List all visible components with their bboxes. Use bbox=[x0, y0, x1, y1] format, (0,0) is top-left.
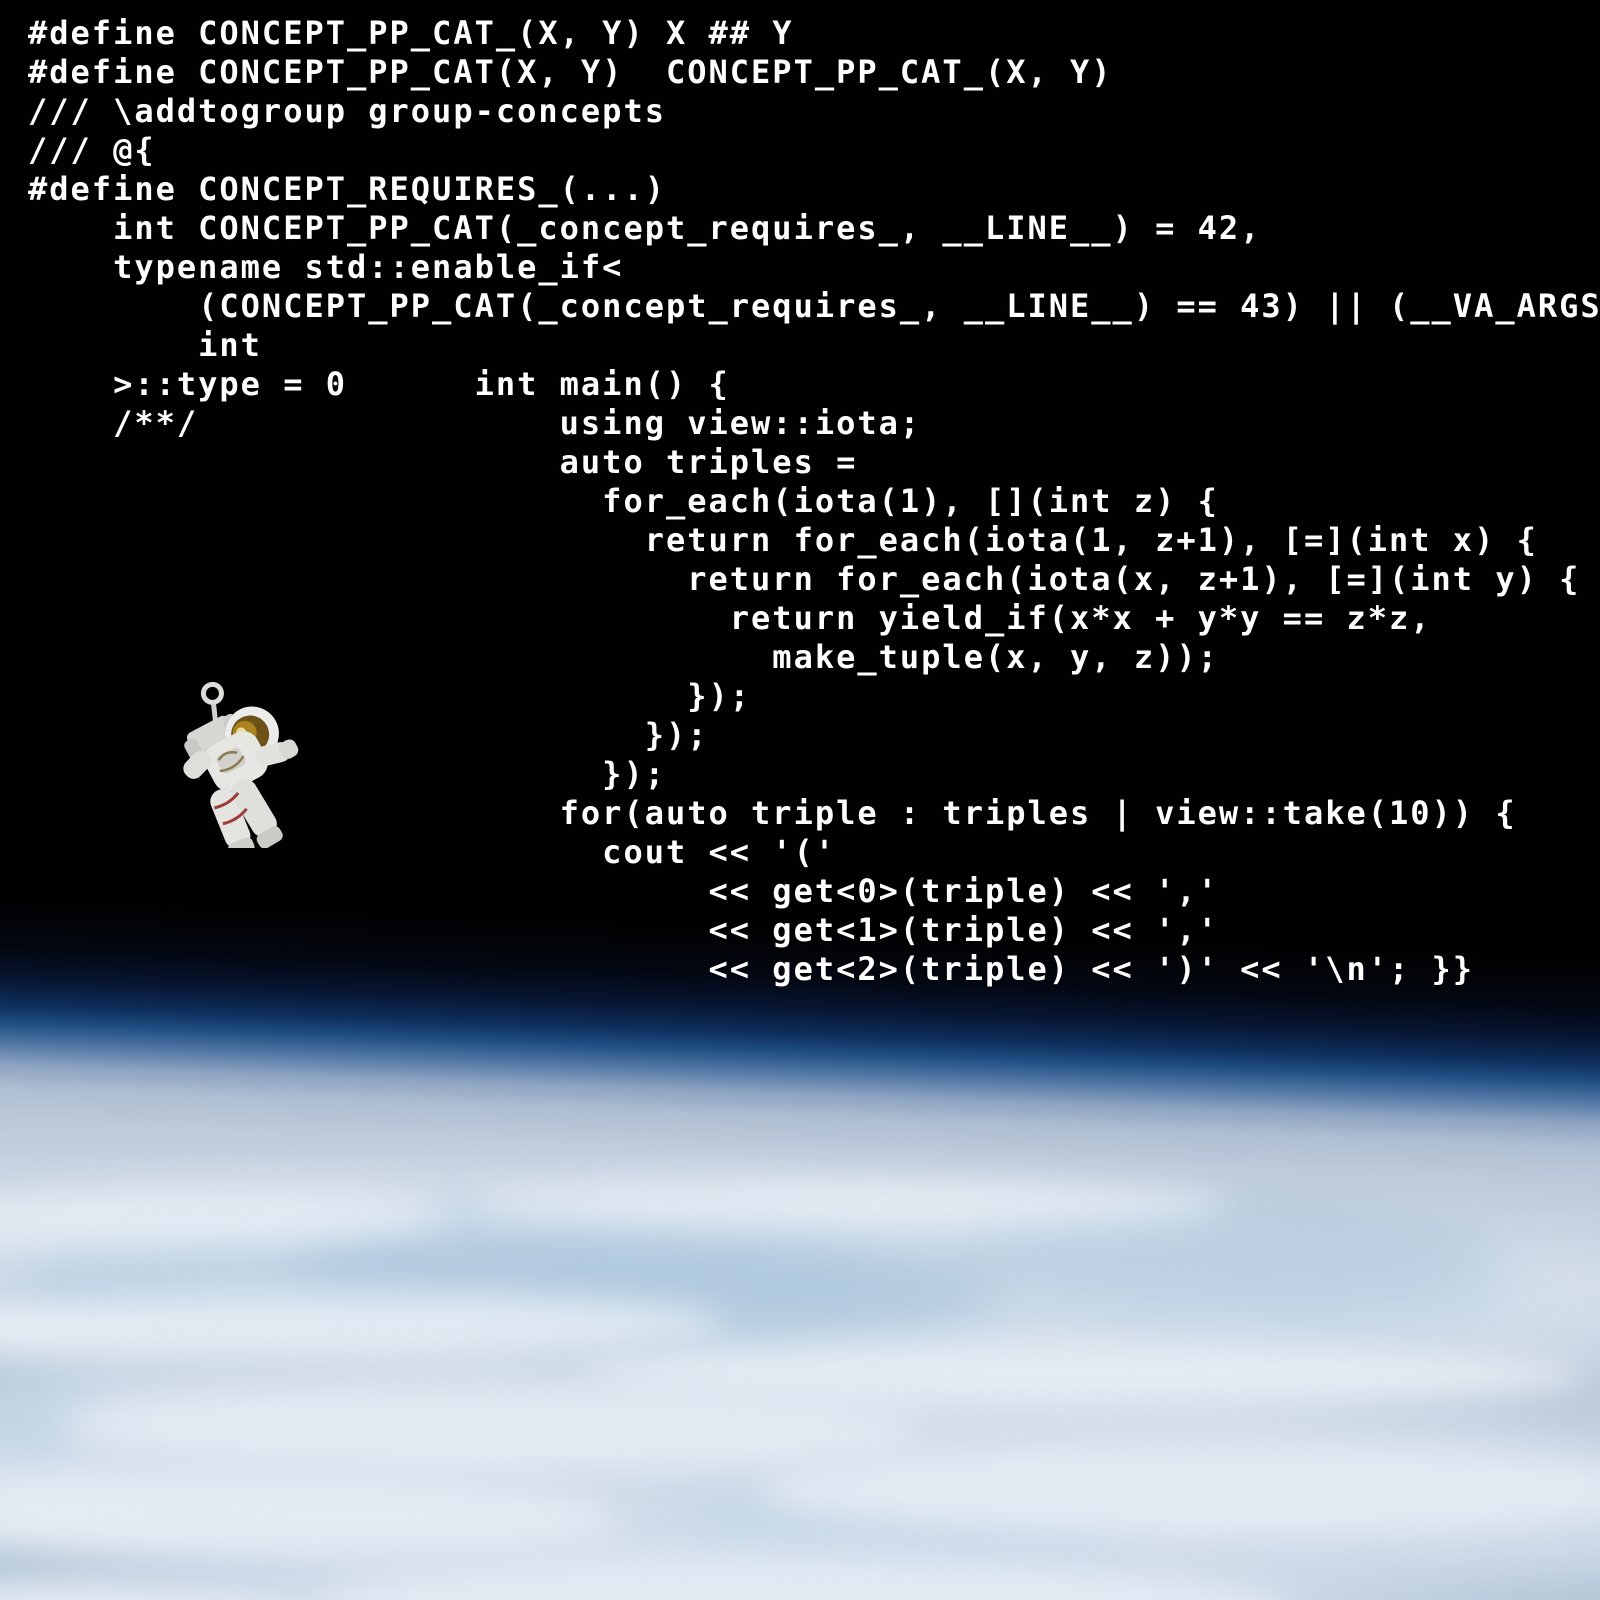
code-line: int CONCEPT_PP_CAT(_concept_requires_, _… bbox=[28, 209, 1538, 247]
code-line: /// @{ bbox=[28, 131, 156, 169]
code-line: for_each(iota(1), [](int z) { bbox=[28, 482, 1219, 520]
code-line: /**/ using view::iota; bbox=[28, 404, 922, 442]
code-line: }); bbox=[28, 716, 709, 754]
code-line: /// \addtogroup group-concepts bbox=[28, 92, 666, 130]
code-line: }); bbox=[28, 755, 666, 793]
code-line: return for_each(iota(1, z+1), [=](int x)… bbox=[28, 521, 1538, 559]
code-line: << get<0>(triple) << ',' bbox=[28, 872, 1219, 910]
code-line: for(auto triple : triples | view::take(1… bbox=[28, 794, 1517, 832]
code-line: return for_each(iota(x, z+1), [=](int y)… bbox=[28, 560, 1581, 598]
code-line: return yield_if(x*x + y*y == z*z, bbox=[28, 599, 1432, 637]
code-line: typename std::enable_if< bbox=[28, 248, 624, 286]
code-line: #define CONCEPT_PP_CAT(X, Y) CONCEPT_PP_… bbox=[28, 53, 1113, 91]
code-line: >::type = 0 int main() { bbox=[28, 365, 730, 403]
code-line: #define CONCEPT_REQUIRES_(...) bbox=[28, 170, 666, 208]
code-line: << get<2>(triple) << ')' << '\n'; }} bbox=[28, 950, 1475, 988]
code-line: #define CONCEPT_PP_CAT_(X, Y) X ## Y bbox=[28, 14, 794, 52]
code-text-overlay: #define CONCEPT_PP_CAT_(X, Y) X ## Y #de… bbox=[0, 0, 1600, 1030]
code-line: make_tuple(x, y, z)); bbox=[28, 638, 1219, 676]
code-line: cout << '(' bbox=[28, 833, 837, 871]
code-line: (CONCEPT_PP_CAT(_concept_requires_, __LI… bbox=[28, 287, 1600, 325]
desktop-wallpaper: #define CONCEPT_PP_CAT_(X, Y) X ## Y #de… bbox=[0, 0, 1600, 1600]
code-line: << get<1>(triple) << ',' bbox=[28, 911, 1219, 949]
code-line: int bbox=[28, 326, 262, 364]
code-line: }); bbox=[28, 677, 752, 715]
code-line: auto triples = bbox=[28, 443, 858, 481]
